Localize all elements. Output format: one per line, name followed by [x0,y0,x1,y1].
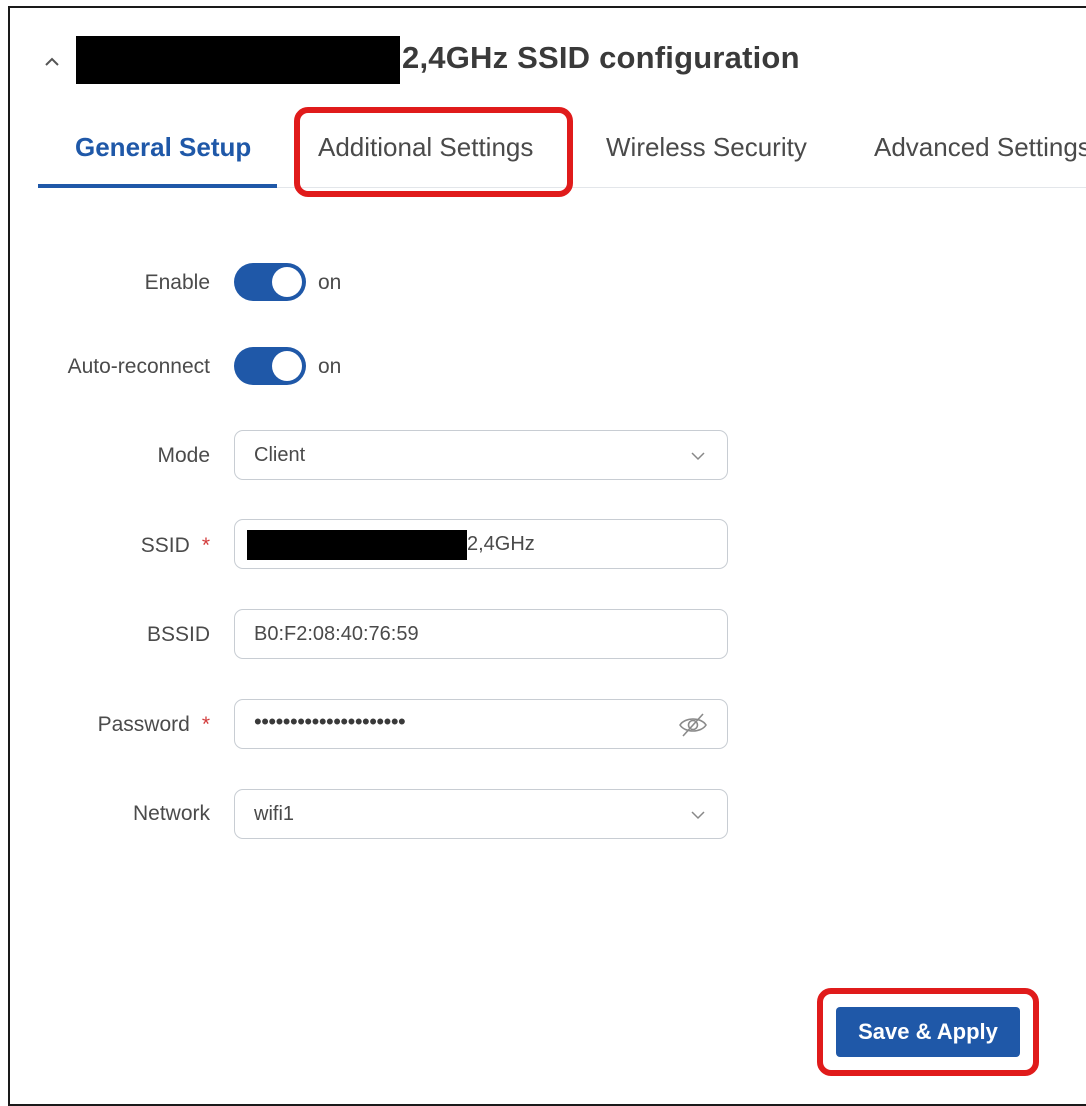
enable-toggle[interactable] [234,263,306,301]
required-mark: * [201,713,210,736]
tab-wireless-security[interactable]: Wireless Security [606,132,807,163]
chevron-up-icon[interactable] [40,50,64,74]
chevron-down-icon [691,452,705,461]
auto-reconnect-label: Auto-reconnect [67,355,210,378]
chevron-down-icon [691,811,705,820]
save-apply-button[interactable]: Save & Apply [836,1007,1020,1057]
tab-advanced-settings[interactable]: Advanced Settings [874,132,1086,163]
required-mark: * [201,534,210,557]
bssid-input[interactable]: B0:F2:08:40:76:59 [234,609,728,659]
bssid-value: B0:F2:08:40:76:59 [254,623,419,645]
bssid-label: BSSID [146,623,210,646]
auto-reconnect-toggle[interactable] [234,347,306,385]
mode-select[interactable]: Client [234,430,728,480]
active-tab-indicator [38,184,277,188]
tab-general-setup[interactable]: General Setup [75,132,251,163]
ssid-input[interactable]: 2,4GHz [234,519,728,569]
mode-value: Client [254,444,306,466]
network-label: Network [132,802,210,825]
password-label: Password * [97,713,210,736]
mode-label: Mode [157,444,210,467]
redacted-ssid [247,530,467,560]
ssid-label: SSID * [140,534,210,557]
network-select[interactable]: wifi1 [234,789,728,839]
password-value: ••••••••••••••••••••• [254,709,406,734]
ssid-value-suffix: 2,4GHz [467,533,535,555]
auto-reconnect-state: on [318,355,342,378]
network-value: wifi1 [254,803,295,825]
eye-off-icon[interactable] [677,711,709,739]
highlight-additional-settings [294,107,573,197]
redacted-title-prefix [76,36,400,84]
password-input[interactable]: ••••••••••••••••••••• [234,699,728,749]
enable-label: Enable [144,271,210,294]
page-title: 2,4GHz SSID configuration [402,40,800,75]
enable-state: on [318,271,342,294]
